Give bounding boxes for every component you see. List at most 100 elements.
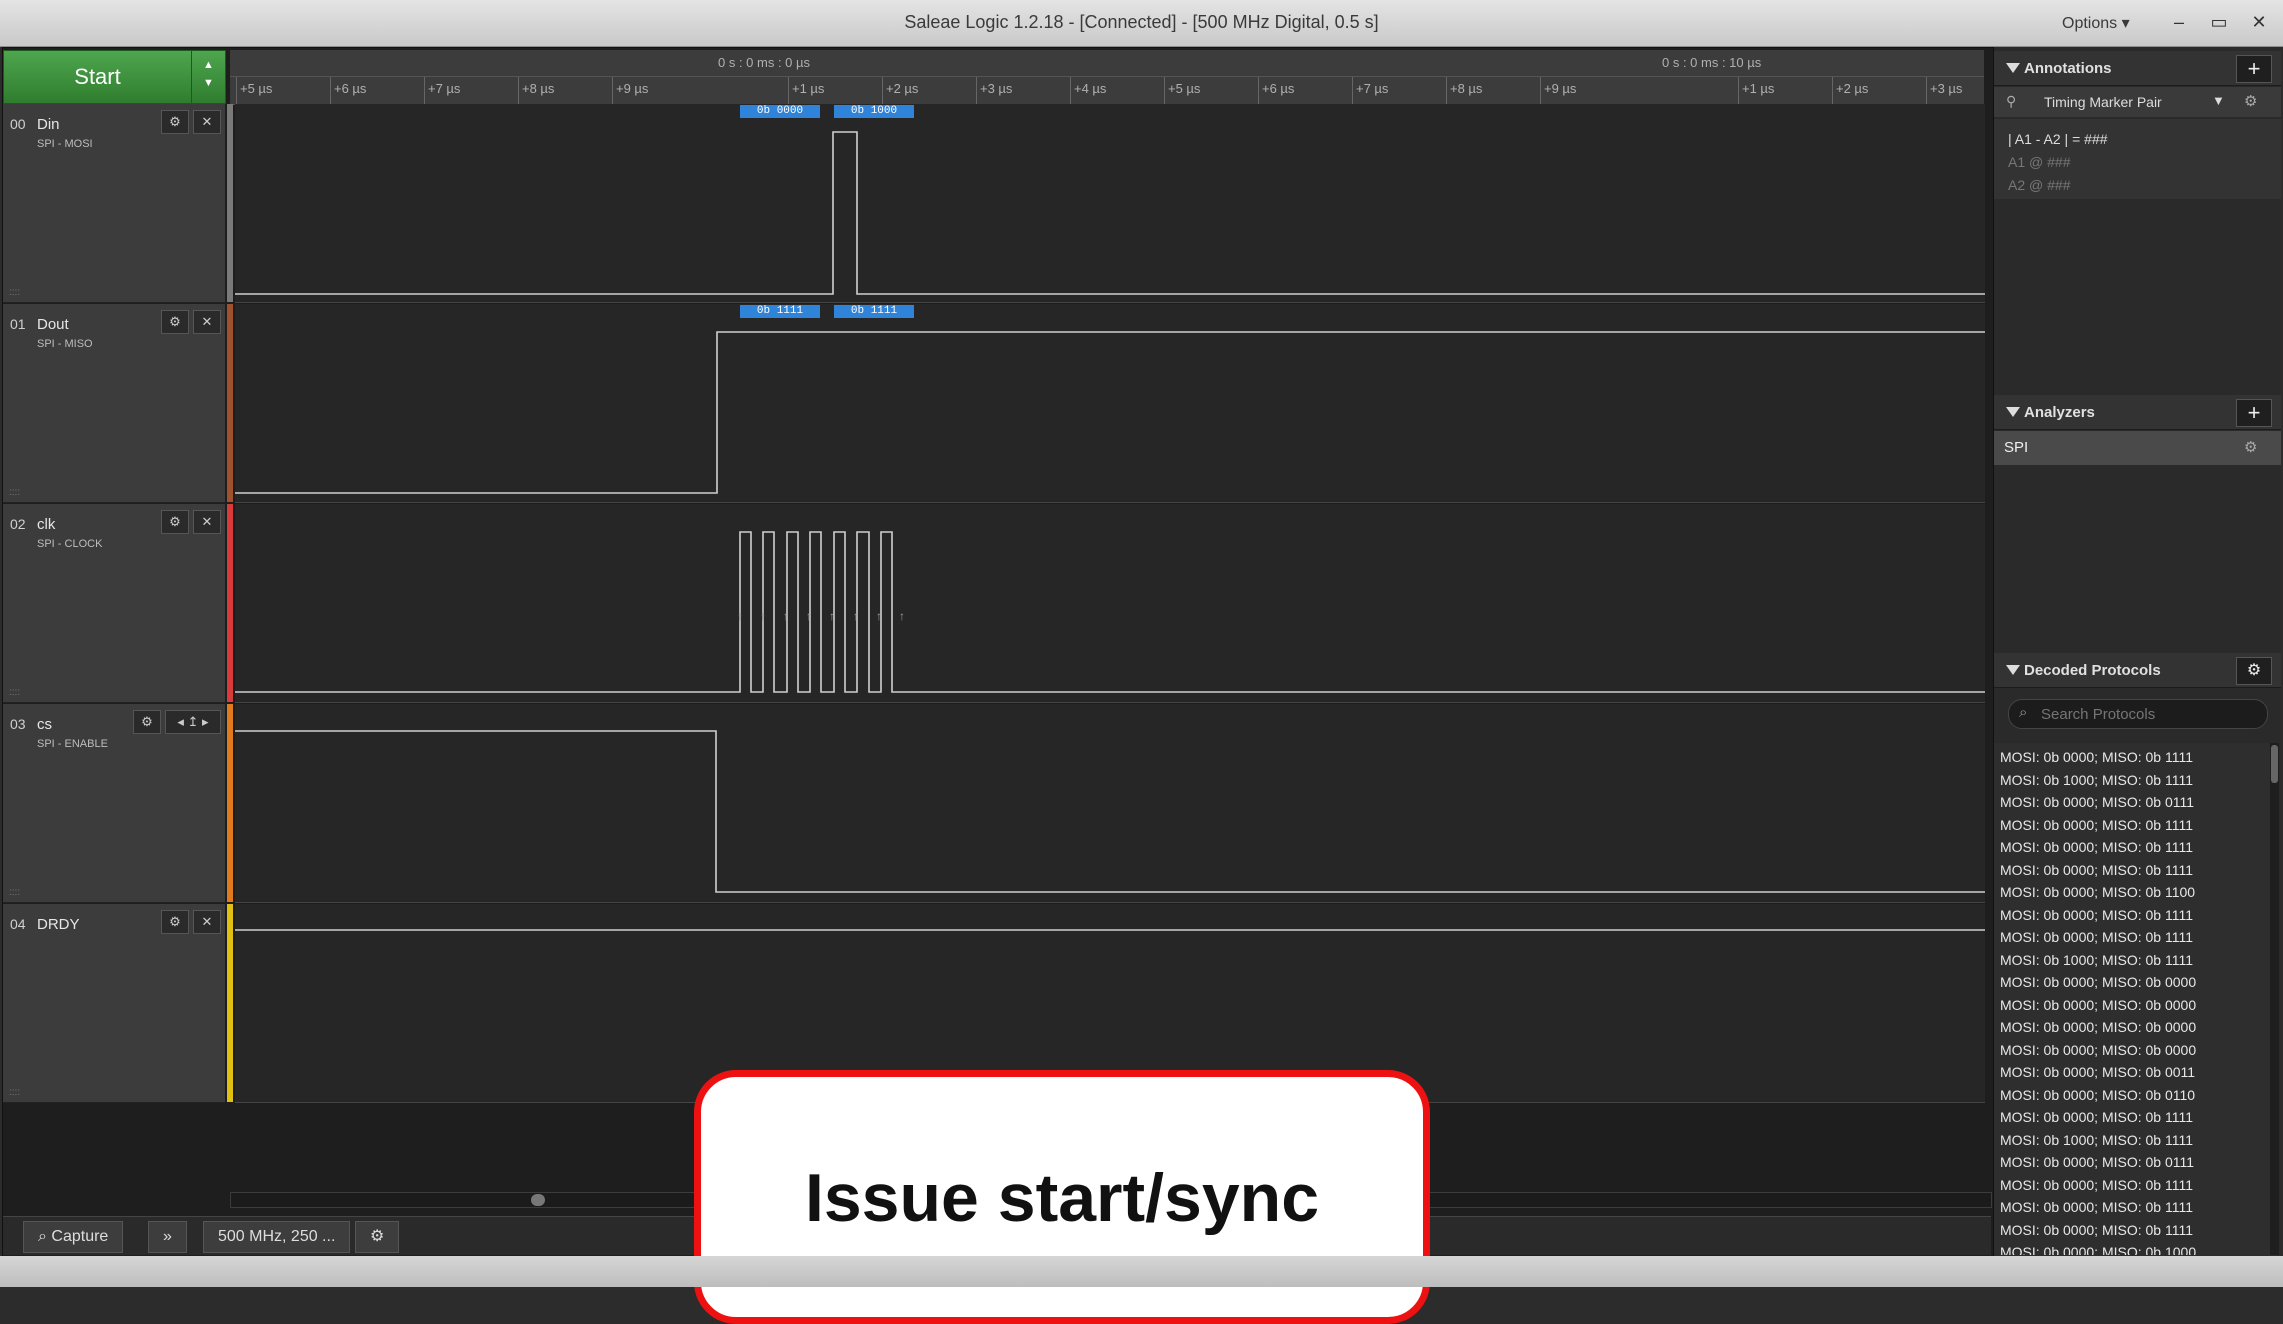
- collapse-triangle-icon[interactable]: [2006, 407, 2020, 417]
- scrollbar-thumb[interactable]: [2271, 745, 2278, 783]
- start-options-arrows[interactable]: ▲ ▼: [191, 50, 226, 104]
- sample-rate-setting[interactable]: 500 MHz, 250 ...: [203, 1221, 351, 1253]
- protocols-scrollbar[interactable]: [2270, 743, 2279, 1255]
- decoded-protocol-row[interactable]: MOSI: 0b 0000; MISO: 0b 1111: [2000, 907, 2193, 923]
- clk-waveform: [235, 531, 1985, 693]
- close-icon[interactable]: ✕: [193, 310, 221, 334]
- restore-button[interactable]: ▭: [2203, 8, 2235, 36]
- ruler-end-time: 0 s : 0 ms : 10 µs: [1662, 55, 1762, 70]
- channel-name[interactable]: Din: [37, 116, 60, 133]
- decoded-protocol-row[interactable]: MOSI: 0b 1000; MISO: 0b 1111: [2000, 772, 2193, 788]
- dropdown-arrow-icon[interactable]: ▼: [2212, 93, 2225, 108]
- channel-label-drdy[interactable]: 04 DRDY ⚙ ✕::::: [3, 904, 225, 1103]
- close-button[interactable]: ✕: [2243, 8, 2275, 36]
- decoded-protocol-row[interactable]: MOSI: 0b 0000; MISO: 0b 0000: [2000, 1019, 2196, 1035]
- channel-number: 00: [10, 116, 26, 132]
- ruler-tick-label: +2 µs: [1836, 81, 1869, 96]
- decoded-protocol-row[interactable]: MOSI: 0b 0000; MISO: 0b 0000: [2000, 974, 2196, 990]
- close-icon[interactable]: ✕: [193, 510, 221, 534]
- decoded-protocol-row[interactable]: MOSI: 0b 1000; MISO: 0b 1111: [2000, 952, 2193, 968]
- gear-icon[interactable]: ⚙: [161, 510, 189, 534]
- decoded-protocol-row[interactable]: MOSI: 0b 0000; MISO: 0b 1000: [2000, 1244, 2196, 1255]
- gear-icon[interactable]: ⚙: [2236, 657, 2272, 685]
- add-analyzer-button[interactable]: +: [2236, 399, 2272, 427]
- decoded-protocol-row[interactable]: MOSI: 0b 0000; MISO: 0b 0111: [2000, 1154, 2194, 1170]
- options-menu[interactable]: Options ▾: [2062, 13, 2130, 33]
- svg-text:↑: ↑: [853, 609, 859, 623]
- time-ruler[interactable]: 0 s : 0 ms : 0 µs 0 s : 0 ms : 10 µs +5 …: [230, 50, 1984, 105]
- decoded-protocol-row[interactable]: MOSI: 0b 0000; MISO: 0b 1111: [2000, 1199, 2193, 1215]
- arrow-up-icon[interactable]: ▲: [192, 59, 225, 71]
- minimize-button[interactable]: –: [2163, 8, 2195, 36]
- gear-icon[interactable]: ⚙: [133, 710, 161, 734]
- channel-label-clk[interactable]: 02 clk SPI - CLOCK ⚙ ✕::::: [3, 504, 225, 703]
- close-icon[interactable]: ✕: [193, 110, 221, 134]
- gear-icon[interactable]: ⚙: [2244, 438, 2257, 456]
- decoded-protocols-list[interactable]: MOSI: 0b 0000; MISO: 0b 1111 MOSI: 0b 100…: [1994, 743, 2270, 1255]
- resize-handle-icon[interactable]: ::::: [9, 687, 20, 698]
- decoded-protocol-row[interactable]: MOSI: 0b 0000; MISO: 0b 0011: [2000, 1064, 2195, 1080]
- search-protocols-field[interactable]: ⌕: [2008, 699, 2268, 729]
- ruler-tick-label: +4 µs: [1074, 81, 1107, 96]
- timing-marker-row[interactable]: ⚲ Timing Marker Pair ▼ ⚙: [1994, 87, 2281, 117]
- decoded-protocol-row[interactable]: MOSI: 0b 1000; MISO: 0b 1111: [2000, 1132, 2193, 1148]
- decoded-protocol-row[interactable]: MOSI: 0b 0000; MISO: 0b 1111: [2000, 839, 2193, 855]
- decoded-protocol-row[interactable]: MOSI: 0b 0000; MISO: 0b 1111: [2000, 817, 2193, 833]
- ruler-tick-label: +1 µs: [792, 81, 825, 96]
- channel-name[interactable]: Dout: [37, 316, 69, 333]
- search-input[interactable]: [2039, 703, 2258, 725]
- ruler-tick-line: [1540, 76, 1541, 104]
- trigger-selector[interactable]: ◂ ↥ ▸: [165, 710, 221, 734]
- gear-icon[interactable]: ⚙: [161, 310, 189, 334]
- decoded-protocol-row[interactable]: MOSI: 0b 0000; MISO: 0b 0000: [2000, 997, 2196, 1013]
- decoded-protocol-row[interactable]: MOSI: 0b 0000; MISO: 0b 1111: [2000, 1109, 2193, 1125]
- decoded-protocol-row[interactable]: MOSI: 0b 0000; MISO: 0b 0000: [2000, 1042, 2196, 1058]
- expand-button[interactable]: »: [148, 1221, 187, 1253]
- channel-name[interactable]: cs: [37, 716, 52, 733]
- channel-color-strip: [227, 304, 233, 502]
- decoded-protocol-row[interactable]: MOSI: 0b 0000; MISO: 0b 1111: [2000, 1222, 2193, 1238]
- scrollbar-thumb[interactable]: [531, 1194, 545, 1206]
- channel-label-cs[interactable]: 03 cs SPI - ENABLE ⚙ ◂ ↥ ▸::::: [3, 704, 225, 903]
- decoded-protocol-row[interactable]: MOSI: 0b 0000; MISO: 0b 1111: [2000, 749, 2193, 765]
- annotations-header[interactable]: Annotations +: [1994, 51, 2281, 86]
- svg-text:↑: ↑: [829, 609, 835, 623]
- ruler-tick-label: +5 µs: [1168, 81, 1201, 96]
- arrow-down-icon[interactable]: ▼: [192, 77, 225, 89]
- decoded-protocol-row[interactable]: MOSI: 0b 0000; MISO: 0b 1111: [2000, 929, 2193, 945]
- analyzer-item-spi[interactable]: SPI ⚙: [1994, 431, 2281, 465]
- gear-icon[interactable]: ⚙: [2244, 92, 2257, 110]
- svg-text:↑: ↑: [737, 609, 743, 623]
- ruler-tick-label: +3 µs: [980, 81, 1013, 96]
- channel-color-strip: [227, 504, 233, 702]
- add-annotation-button[interactable]: +: [2236, 55, 2272, 83]
- gear-icon[interactable]: ⚙: [355, 1221, 400, 1253]
- decoded-protocol-row[interactable]: MOSI: 0b 0000; MISO: 0b 0111: [2000, 794, 2194, 810]
- search-icon: ⌕: [2019, 704, 2028, 721]
- decoded-protocols-header[interactable]: Decoded Protocols ⚙: [1994, 653, 2281, 688]
- decoded-protocol-row[interactable]: MOSI: 0b 0000; MISO: 0b 0110: [2000, 1087, 2195, 1103]
- analyzers-header[interactable]: Analyzers +: [1994, 395, 2281, 430]
- resize-handle-icon[interactable]: ::::: [9, 1087, 20, 1098]
- channel-name[interactable]: clk: [37, 516, 55, 533]
- gear-icon[interactable]: ⚙: [161, 910, 189, 934]
- start-button[interactable]: Start: [3, 50, 192, 104]
- decoded-protocol-row[interactable]: MOSI: 0b 0000; MISO: 0b 1100: [2000, 884, 2195, 900]
- ruler-tick-label: +9 µs: [616, 81, 649, 96]
- collapse-triangle-icon[interactable]: [2006, 665, 2020, 675]
- resize-handle-icon[interactable]: ::::: [9, 887, 20, 898]
- collapse-triangle-icon[interactable]: [2006, 63, 2020, 73]
- gear-icon[interactable]: ⚙: [161, 110, 189, 134]
- capture-tab[interactable]: ⌕ Capture: [23, 1221, 124, 1253]
- channel-name[interactable]: DRDY: [37, 916, 80, 933]
- decoded-protocol-row[interactable]: MOSI: 0b 0000; MISO: 0b 1111: [2000, 1177, 2193, 1193]
- ruler-tick-line: [788, 76, 789, 104]
- channel-label-din[interactable]: 00 Din SPI - MOSI ⚙ ✕::::: [3, 104, 225, 303]
- close-icon[interactable]: ✕: [193, 910, 221, 934]
- channel-label-dout[interactable]: 01 Dout SPI - MISO ⚙ ✕::::: [3, 304, 225, 503]
- resize-handle-icon[interactable]: ::::: [9, 487, 20, 498]
- waveform-area[interactable]: ↑ ↑ ↑ ↑ ↑ ↑ ↑ ↑: [235, 104, 1985, 1104]
- resize-handle-icon[interactable]: ::::: [9, 287, 20, 298]
- channel-subtitle: SPI - CLOCK: [37, 538, 103, 550]
- decoded-protocol-row[interactable]: MOSI: 0b 0000; MISO: 0b 1111: [2000, 862, 2193, 878]
